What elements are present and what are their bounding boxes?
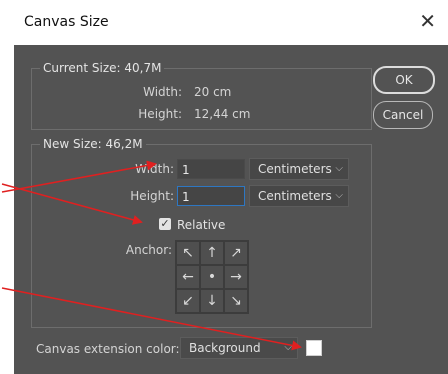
annotation-arrow-to-relative (1, 183, 143, 225)
annotation-arrow-to-width (1, 160, 157, 193)
annotation-arrows (1, 160, 302, 351)
annotation-arrow-to-swatch (1, 287, 302, 351)
